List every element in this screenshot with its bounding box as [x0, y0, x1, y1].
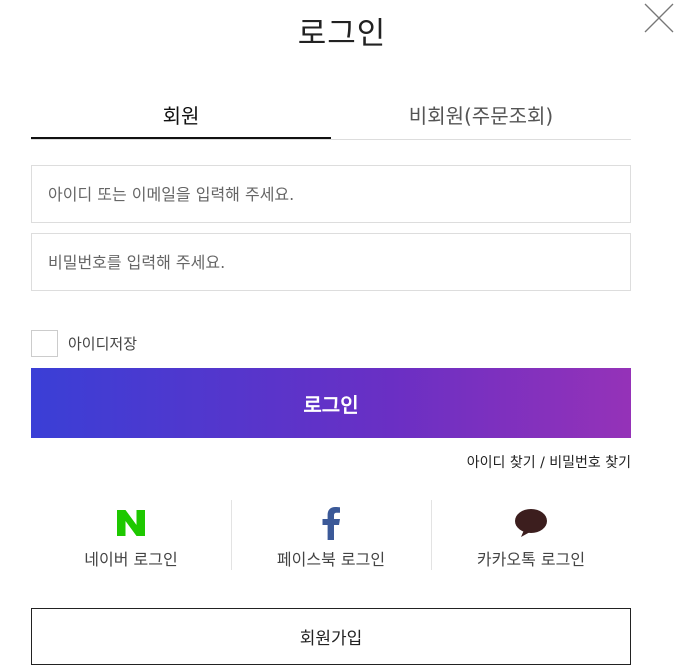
login-tabs: 회원 비회원(주문조회) — [31, 96, 631, 140]
kakaotalk-login-button[interactable]: 카카오톡 로그인 — [431, 500, 631, 570]
facebook-icon — [322, 507, 340, 540]
password-input[interactable] — [31, 233, 631, 291]
close-button[interactable] — [643, 2, 675, 34]
naver-login-label: 네이버 로그인 — [84, 550, 178, 569]
join-button[interactable]: 회원가입 — [31, 608, 631, 665]
facebook-login-button[interactable]: 페이스북 로그인 — [231, 500, 431, 570]
kakaotalk-icon — [515, 509, 547, 537]
facebook-login-label: 페이스북 로그인 — [276, 550, 386, 569]
page-title: 로그인 — [297, 16, 387, 52]
close-icon — [644, 3, 674, 33]
find-separator: / — [535, 455, 550, 471]
login-button[interactable]: 로그인 — [31, 368, 631, 438]
naver-icon — [117, 510, 145, 536]
id-input[interactable] — [31, 165, 631, 223]
remember-id-label: 아이디저장 — [68, 335, 138, 353]
naver-login-button[interactable]: 네이버 로그인 — [31, 500, 231, 570]
kakaotalk-login-label: 카카오톡 로그인 — [476, 550, 586, 569]
find-id-link[interactable]: 아이디 찾기 — [467, 455, 536, 471]
find-password-link[interactable]: 비밀번호 찾기 — [549, 455, 631, 471]
social-login: 네이버 로그인 페이스북 로그인 카카오톡 로그인 — [31, 500, 631, 570]
tab-member[interactable]: 회원 — [31, 96, 331, 139]
tab-non-member[interactable]: 비회원(주문조회) — [331, 96, 631, 139]
remember-id-checkbox[interactable] — [31, 330, 58, 357]
remember-id[interactable]: 아이디저장 — [31, 330, 137, 357]
find-links: 아이디 찾기 / 비밀번호 찾기 — [467, 452, 631, 472]
